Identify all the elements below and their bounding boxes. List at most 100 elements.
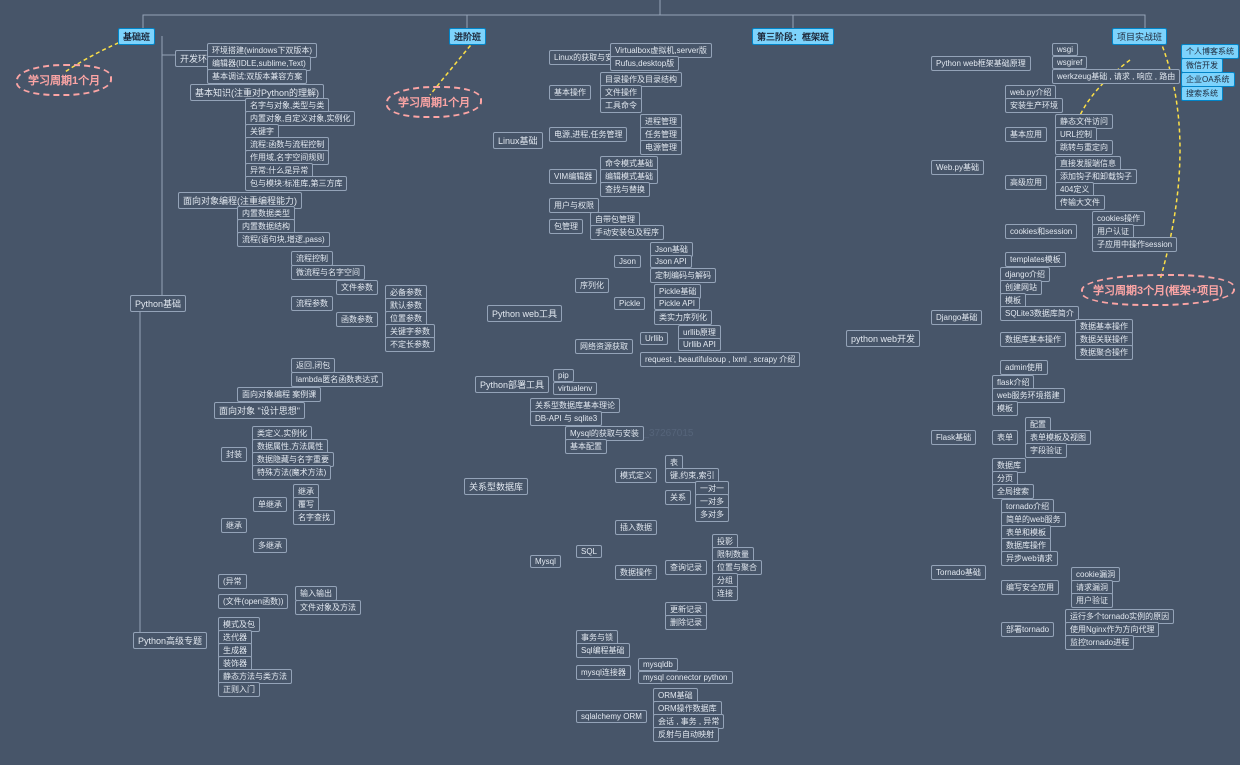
n: 函数参数 xyxy=(336,312,378,327)
proj-search: 搜索系统 xyxy=(1181,86,1223,101)
n: Web.py基础 xyxy=(931,160,984,175)
n: 安装生产环境 xyxy=(1005,98,1063,113)
n: 全局搜索 xyxy=(992,484,1034,499)
n: 表单 xyxy=(992,430,1018,445)
n: Urllib xyxy=(640,332,668,345)
n: VIM编辑器 xyxy=(549,169,597,184)
n: DB-API 与 sqlite3 xyxy=(530,411,602,426)
n: Json xyxy=(614,255,641,268)
n: 流程(语句块,增逻,pass) xyxy=(237,232,330,247)
n: 部署tornado xyxy=(1001,622,1054,637)
n: 查询记录 xyxy=(665,560,707,575)
n: admin使用 xyxy=(1000,360,1048,375)
n: SQL xyxy=(576,545,602,558)
n: Python web框架基础原理 xyxy=(931,56,1031,71)
n: 面向对象 "设计思想" xyxy=(214,402,305,419)
proj-blog: 个人博客系统 xyxy=(1181,44,1239,59)
n: Pickle xyxy=(614,297,645,310)
n: 连接 xyxy=(712,586,738,601)
n: 删除记录 xyxy=(665,615,707,630)
n: 基本应用 xyxy=(1005,127,1047,142)
n: 面向对象编程 案例课 xyxy=(237,387,321,402)
n: 高级应用 xyxy=(1005,175,1047,190)
n: 用户验证 xyxy=(1071,593,1113,608)
n: 基本调试:双版本兼容方案 xyxy=(207,69,307,84)
n: wsgi xyxy=(1052,43,1078,56)
n: wsgiref xyxy=(1052,56,1087,69)
n: 定制编码与解码 xyxy=(650,268,716,283)
n: 流程参数 xyxy=(291,296,333,311)
n: mysqldb xyxy=(638,658,678,671)
n: 流程控制 xyxy=(291,251,333,266)
n: Python高级专题 xyxy=(133,632,207,649)
n: Tornado基础 xyxy=(931,565,986,580)
n: 网络资源获取 xyxy=(575,339,633,354)
n: 输入输出 xyxy=(295,586,337,601)
n: 传输大文件 xyxy=(1055,195,1105,210)
n: 文件对象及方法 xyxy=(295,600,361,615)
header-advanced: 进阶班 xyxy=(449,28,486,45)
proj-oa: 企业OA系统 xyxy=(1181,72,1235,87)
n: pip xyxy=(553,369,574,382)
n: 字段验证 xyxy=(1025,443,1067,458)
n: 数据库基本操作 xyxy=(1000,332,1066,347)
n: (文件(open函数)) xyxy=(218,594,288,609)
n: 微流程与名字空间 xyxy=(291,265,365,280)
n: 数据操作 xyxy=(615,565,657,580)
n: 模板 xyxy=(992,401,1018,416)
n: 不定长参数 xyxy=(385,337,435,352)
n: 子应用中操作session xyxy=(1092,237,1177,252)
n: Pickle API xyxy=(654,297,700,310)
n: 插入数据 xyxy=(615,520,657,535)
n: 包与模块:标准库,第三方库 xyxy=(245,176,347,191)
n: 数据聚合操作 xyxy=(1075,345,1133,360)
cloud-period-3: 学习周期3个月(框架+项目) xyxy=(1085,278,1231,302)
n: 电源管理 xyxy=(640,140,682,155)
proj-wechat: 微信开发 xyxy=(1181,58,1223,73)
n: Python基础 xyxy=(130,295,186,312)
n: Rufus,desktop版 xyxy=(610,56,679,71)
n: sqlalchemy ORM xyxy=(576,710,647,723)
n: 编写安全应用 xyxy=(1001,580,1059,595)
n: Python部署工具 xyxy=(475,376,549,393)
n: 电源,进程,任务管理 xyxy=(549,127,627,142)
n: Sql编程基础 xyxy=(576,643,630,658)
n: 继承 xyxy=(221,518,247,533)
n: werkzeug基础 , 请求 , 响应 , 路由 xyxy=(1052,69,1180,84)
n: Json API xyxy=(650,255,692,268)
n: 类实力序列化 xyxy=(654,310,712,325)
n: 单继承 xyxy=(253,497,287,512)
n: python web开发 xyxy=(846,330,920,347)
n: Linux基础 xyxy=(493,132,543,149)
n: lambda匿名函数表达式 xyxy=(291,372,383,387)
n: 反射与自动映射 xyxy=(653,727,719,742)
header-basic: 基础班 xyxy=(118,28,155,45)
n: 查找与替换 xyxy=(600,182,650,197)
n: mysql连接器 xyxy=(576,665,631,680)
n: Django基础 xyxy=(931,310,982,325)
n: Python web工具 xyxy=(487,305,562,322)
n: 用户与权限 xyxy=(549,198,599,213)
n: templates模板 xyxy=(1005,252,1066,267)
n: 多继承 xyxy=(253,538,287,553)
n: 返回,闭包 xyxy=(291,358,335,373)
n: 包管理 xyxy=(549,219,583,234)
n: 名字查找 xyxy=(293,510,335,525)
n: 序列化 xyxy=(575,278,609,293)
n: 多对多 xyxy=(695,507,729,522)
n: Flask基础 xyxy=(931,430,976,445)
n: 模式定义 xyxy=(615,468,657,483)
n: request , beautifulsoup , lxml , scrapy … xyxy=(640,352,800,367)
cloud-period-1: 学习周期1个月 xyxy=(20,68,108,92)
n: 跳转与重定向 xyxy=(1055,140,1113,155)
n: (异常 xyxy=(218,574,247,589)
n: 异步web请求 xyxy=(1001,551,1058,566)
n: 正则入门 xyxy=(218,682,260,697)
n: 文件参数 xyxy=(336,280,378,295)
n: 手动安装包及程序 xyxy=(590,225,664,240)
header-stage3: 第三阶段：框架班 xyxy=(752,28,834,45)
n: 基本操作 xyxy=(549,85,591,100)
n: SQLite3数据库简介 xyxy=(1000,306,1079,321)
n: 工具命令 xyxy=(600,98,642,113)
n: 关系型数据库 xyxy=(464,478,528,495)
